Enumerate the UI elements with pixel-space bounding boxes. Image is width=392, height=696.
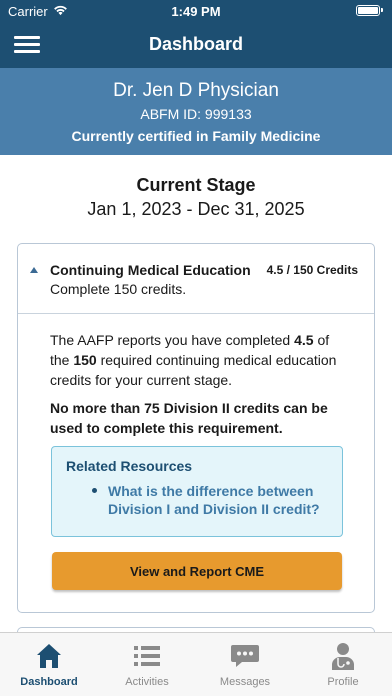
- collapse-caret-icon: [30, 267, 38, 273]
- cme-progress-text: The AAFP reports you have completed 4.5 …: [50, 332, 337, 388]
- page-title: Dashboard: [148, 34, 244, 54]
- resources-title: Related Resources: [66, 458, 193, 474]
- list-icon: [134, 646, 160, 666]
- completed-credits: 4.5: [294, 332, 314, 348]
- certification-status: Currently certified in Family Medicine: [71, 128, 321, 144]
- division-note: No more than 75 Division II credits can …: [50, 400, 328, 436]
- related-resources: Related Resources What is the difference…: [51, 446, 343, 537]
- home-icon: [37, 644, 61, 668]
- top-bar: Carrier 1:49 PM Dashboard: [0, 0, 392, 68]
- cme-card-header[interactable]: Continuing Medical Education 4.5 / 150 C…: [18, 244, 374, 314]
- clock: 1:49 PM: [171, 4, 221, 19]
- stage-title: Current Stage: [136, 175, 256, 195]
- doctor-icon: [332, 643, 354, 670]
- chat-icon: [231, 645, 259, 667]
- tab-dashboard[interactable]: Dashboard: [0, 633, 98, 696]
- battery-icon: [356, 5, 383, 16]
- tab-activities[interactable]: Activities: [98, 633, 196, 696]
- resource-link[interactable]: What is the difference between Division …: [108, 482, 328, 518]
- bullet-icon: [92, 488, 97, 493]
- required-credits: 150: [73, 352, 97, 368]
- cme-subtitle: Complete 150 credits.: [50, 281, 187, 297]
- profile-banner: Dr. Jen D Physician ABFM ID: 999133 Curr…: [0, 68, 392, 155]
- stage-dates: Jan 1, 2023 - Dec 31, 2025: [87, 199, 305, 219]
- cme-title: Continuing Medical Education: [50, 262, 251, 278]
- tab-profile[interactable]: Profile: [294, 633, 392, 696]
- physician-name: Dr. Jen D Physician: [113, 80, 279, 101]
- abfm-id: ABFM ID: 999133: [140, 106, 252, 122]
- status-bar: Carrier 1:49 PM: [0, 0, 392, 22]
- view-report-cme-button[interactable]: View and Report CME: [52, 552, 342, 590]
- cme-card: Continuing Medical Education 4.5 / 150 C…: [17, 243, 375, 613]
- main-content[interactable]: Current Stage Jan 1, 2023 - Dec 31, 2025…: [0, 155, 392, 632]
- cme-credits: 4.5 / 150 Credits: [266, 263, 358, 277]
- tab-bar: Dashboard Activities Messages Profile: [0, 632, 392, 696]
- tab-messages[interactable]: Messages: [196, 633, 294, 696]
